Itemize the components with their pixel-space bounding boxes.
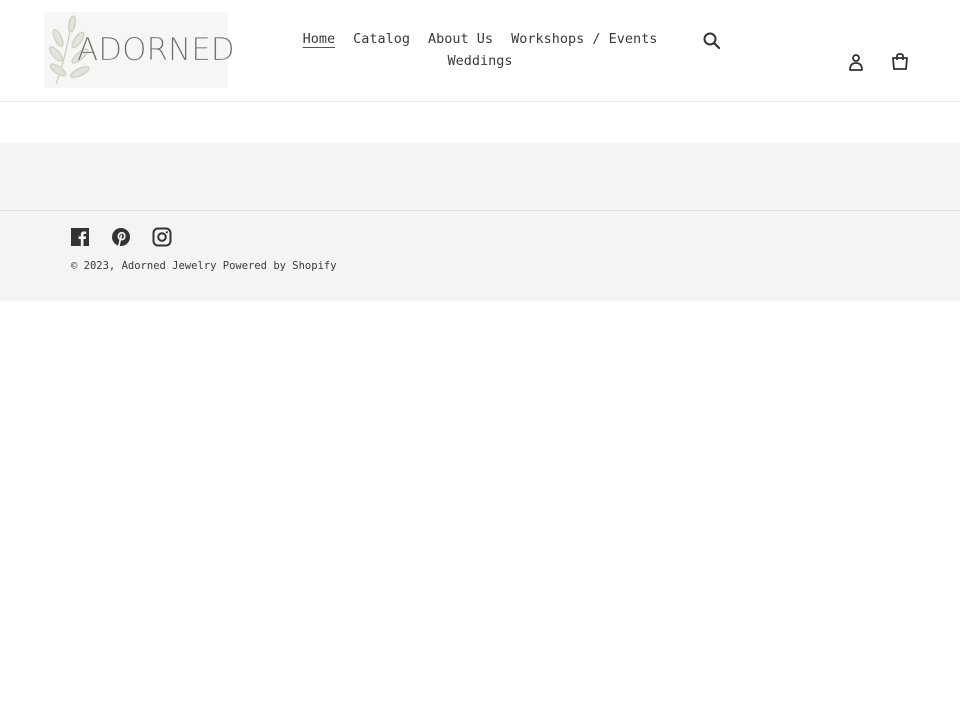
facebook-link[interactable]	[70, 227, 90, 247]
nav-catalog[interactable]: Catalog	[353, 28, 410, 50]
instagram-icon	[152, 227, 172, 247]
cart-button[interactable]	[890, 52, 910, 72]
login-button[interactable]	[847, 53, 865, 73]
nav-home[interactable]: Home	[303, 28, 336, 50]
search-icon	[703, 32, 721, 50]
cart-icon	[892, 53, 908, 70]
main-content	[0, 103, 960, 143]
nav-about-us[interactable]: About Us	[428, 28, 493, 50]
site-footer: © 2023, Adorned Jewelry Powered by Shopi…	[0, 143, 960, 301]
logo-link[interactable]: ADORNED	[44, 12, 235, 88]
pinterest-link[interactable]	[111, 227, 131, 247]
store-name-link[interactable]: Adorned Jewelry	[122, 260, 217, 272]
copyright-text: © 2023, Adorned Jewelry Powered by Shopi…	[71, 260, 337, 272]
footer-top-section	[0, 143, 960, 211]
powered-by-shopify-link[interactable]: Powered by Shopify	[223, 260, 337, 272]
main-nav: Home Catalog About Us Workshops / Events We…	[290, 28, 670, 72]
logo-text: ADORNED	[77, 32, 235, 68]
pinterest-icon	[112, 228, 130, 247]
search-button[interactable]	[702, 31, 722, 51]
site-header: ADORNED Home Catalog About Us Workshops / E…	[0, 0, 960, 102]
nav-workshops-events[interactable]: Workshops / Events	[511, 28, 657, 50]
nav-weddings[interactable]: Weddings	[447, 50, 512, 72]
user-icon	[849, 54, 863, 71]
facebook-icon	[71, 228, 89, 246]
instagram-link[interactable]	[152, 227, 172, 247]
copyright-prefix: © 2023,	[71, 260, 116, 272]
